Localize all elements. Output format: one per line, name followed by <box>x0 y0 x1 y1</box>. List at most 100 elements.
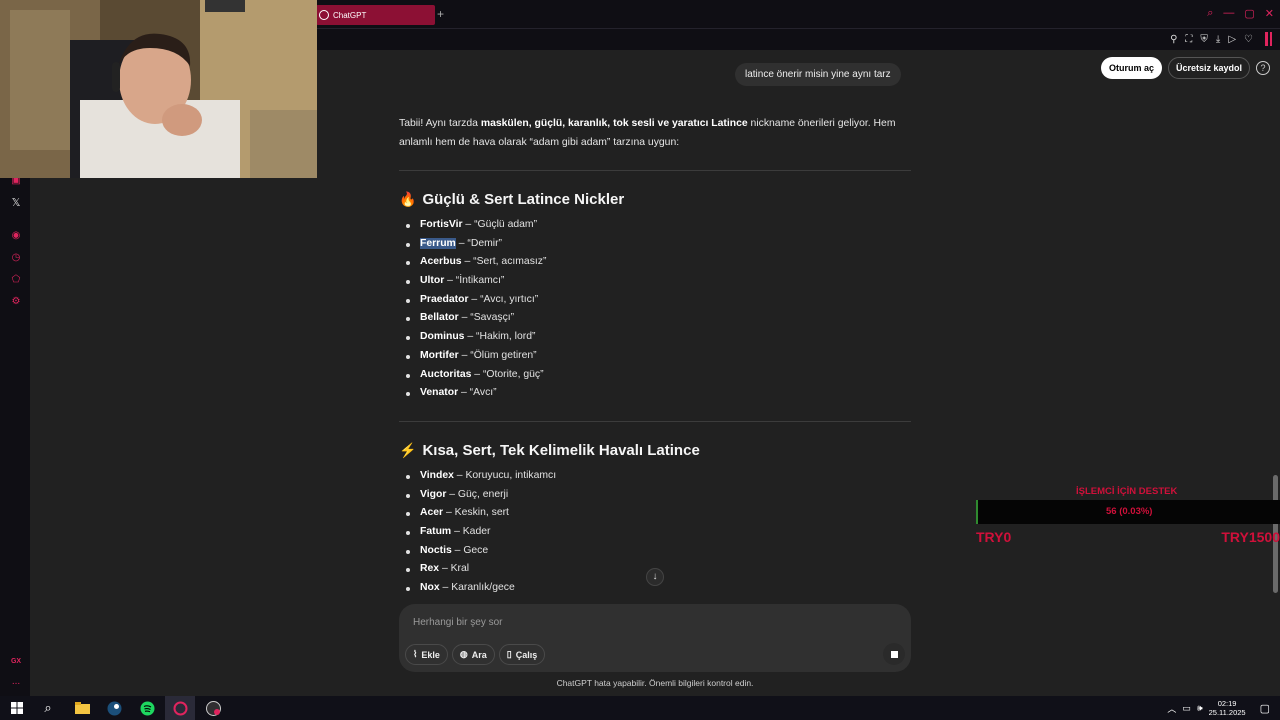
maximize-icon[interactable]: ▢ <box>1244 7 1254 20</box>
nick-name: Rex <box>420 563 440 575</box>
chevron-up-icon[interactable]: ︿ <box>1167 702 1176 715</box>
webcam-overlay <box>0 0 317 178</box>
user-message: latince önerir misin yine aynı tarz <box>735 63 901 86</box>
opera-gx-taskbar-icon[interactable] <box>165 696 195 720</box>
nick-meaning: – Koruyucu, intikamcı <box>453 470 557 481</box>
nick-meaning: – Güç, enerji <box>446 488 509 500</box>
nick-name: Auctoritas <box>420 368 472 380</box>
list-item: Auctoritas – “Otorite, güç” <box>405 366 546 385</box>
nick-name: Acer <box>420 507 444 519</box>
prompt-input[interactable]: Herhangi bir şey sor <box>413 617 502 628</box>
obs-icon[interactable] <box>204 699 222 717</box>
auth-buttons: Oturum aç Ücretsiz kaydol ? <box>1100 57 1270 79</box>
list-item: Acerbus – “Sert, acımasız” <box>405 253 547 272</box>
fire-icon: 🔥 <box>399 191 417 207</box>
nick-name: Ultor <box>420 275 445 287</box>
system-tray: ︿ ▭ 🕪 02:19 25.11.2025 ▢ <box>1167 699 1270 717</box>
network-icon[interactable]: ▭ <box>1182 703 1191 714</box>
signup-button[interactable]: Ücretsiz kaydol <box>1167 57 1250 79</box>
windows-taskbar: ⌕ ︿ ▭ 🕪 02:19 25.11.2025 ▢ <box>0 696 1280 720</box>
extensions-icon[interactable]: ⬠ <box>10 274 22 286</box>
new-tab-button[interactable]: + <box>437 7 444 21</box>
nick-meaning: – Karanlık/gece <box>439 582 515 594</box>
donation-max: TRY1500 <box>1221 529 1280 545</box>
search-icon[interactable]: ⌕ <box>1207 7 1213 20</box>
section-divider <box>399 170 911 171</box>
nick-meaning: – “Sert, acımasız” <box>461 256 547 268</box>
nick-meaning: – “Hakim, lord” <box>464 331 536 343</box>
shield-icon[interactable]: ⛨ <box>1200 34 1208 45</box>
list-item: Noctis – Gece <box>405 542 556 561</box>
search-button[interactable]: ◍ Ara <box>451 644 495 665</box>
assistant-intro: Tabii! Aynı tarzda maskülen, güçlü, kara… <box>399 114 911 152</box>
nick-meaning: – “Avcı, yırtıcı” <box>468 293 539 305</box>
chat-composer[interactable]: Herhangi bir şey sor ⌇ Ekle ◍ Ara ▯ Çalı… <box>399 604 911 672</box>
nick-list-2: Vindex – Koruyucu, intikamcı Vigor – Güç… <box>405 467 557 598</box>
nick-meaning: – “Otorite, güç” <box>471 368 544 380</box>
gx-logo[interactable]: GX <box>10 656 22 668</box>
file-explorer-icon[interactable] <box>73 699 91 717</box>
list-item: Ultor – “İntikamcı” <box>405 272 546 291</box>
study-label: Çalış <box>515 649 538 660</box>
donation-progress-text: 56 (0.03%) <box>1106 506 1153 517</box>
x-twitter-icon[interactable]: 𝕏 <box>10 197 22 209</box>
section-divider <box>399 421 911 422</box>
intro-text-1: Tabii! Aynı tarzda <box>399 118 481 129</box>
list-item: Praedator – “Avcı, yırtıcı” <box>405 291 546 310</box>
list-item: Fatum – Kader <box>405 523 556 542</box>
heart-icon[interactable]: ♡ <box>1244 34 1253 45</box>
nick-name: Bellator <box>420 312 459 324</box>
download-icon[interactable]: ⤓ <box>1216 34 1220 45</box>
list-item: Nox – Karanlık/gece <box>405 579 556 598</box>
window-controls: ⌕ — ▢ ✕ <box>1207 7 1274 20</box>
login-button[interactable]: Oturum aç <box>1100 57 1162 79</box>
nick-name: Ferrum <box>420 237 456 249</box>
attach-button[interactable]: ⌇ Ekle <box>405 644 448 665</box>
stop-icon <box>890 650 898 658</box>
attach-label: Ekle <box>421 649 440 660</box>
nick-meaning: – “Ölüm getiren” <box>458 349 537 361</box>
list-item: FortisVir – “Güçlü adam” <box>405 216 546 235</box>
search-label: Ara <box>471 649 487 660</box>
section-heading-1: 🔥 Güçlü & Sert Latince Nickler <box>399 191 624 208</box>
stop-button[interactable] <box>883 643 905 665</box>
toolbar-divider <box>1265 32 1268 46</box>
nick-meaning: – “Güçlü adam” <box>462 219 538 230</box>
player-icon[interactable]: ◉ <box>10 230 22 242</box>
tab-title: ChatGPT <box>333 10 367 20</box>
scroll-down-button[interactable]: ↓ <box>646 568 664 586</box>
search-icon[interactable]: ⌕ <box>39 699 57 717</box>
nick-name: Noctis <box>420 544 452 556</box>
close-icon[interactable]: ✕ <box>1265 7 1274 20</box>
donation-min: TRY0 <box>976 529 1012 545</box>
donation-title: İŞLEMCİ İÇİN DESTEK <box>1076 486 1178 497</box>
sidebar-more-icon[interactable]: ... <box>10 676 22 688</box>
steam-icon[interactable] <box>105 699 123 717</box>
screen: ChatGPT + ⌕ — ▢ ✕ ⚲ ⛶ ⛨ ⤓ ▷ ♡ ▣ 𝕏 ◉ ◷ ⬠ … <box>0 0 1280 720</box>
toolbar-divider <box>1270 32 1272 46</box>
study-button[interactable]: ▯ Çalış <box>498 644 546 665</box>
play-icon[interactable]: ▷ <box>1228 34 1236 45</box>
spotify-icon[interactable] <box>138 699 156 717</box>
notification-icon[interactable]: ▢ <box>1260 702 1270 715</box>
section-title-1: Güçlü & Sert Latince Nickler <box>422 191 625 208</box>
help-icon[interactable]: ? <box>1256 61 1270 75</box>
screenshot-icon[interactable]: ⛶ <box>1185 34 1192 45</box>
composer-tools: ⌇ Ekle ◍ Ara ▯ Çalış <box>405 644 546 665</box>
nick-meaning: – “Demir” <box>455 237 502 249</box>
intro-bold-text: maskülen, güçlü, karanlık, tok sesli ve … <box>480 118 748 129</box>
clock[interactable]: 02:19 25.11.2025 <box>1209 699 1246 717</box>
minimize-icon[interactable]: — <box>1223 7 1234 20</box>
pin-icon[interactable]: ⚲ <box>1170 34 1177 45</box>
tab-chatgpt[interactable]: ChatGPT <box>316 5 435 25</box>
lightning-icon: ⚡ <box>399 442 417 458</box>
book-icon: ▯ <box>506 649 512 659</box>
nick-name: Dominus <box>420 331 465 343</box>
history-icon[interactable]: ◷ <box>10 252 22 264</box>
windows-start-icon[interactable] <box>8 699 26 717</box>
volume-icon[interactable]: 🕪 <box>1197 703 1203 714</box>
settings-icon[interactable]: ⚙ <box>10 296 22 308</box>
nick-name: Acerbus <box>420 256 462 268</box>
nick-name: FortisVir <box>420 219 463 230</box>
donation-goal-widget: İŞLEMCİ İÇİN DESTEK 56 (0.03%) TRY0 TRY1… <box>976 486 1280 546</box>
